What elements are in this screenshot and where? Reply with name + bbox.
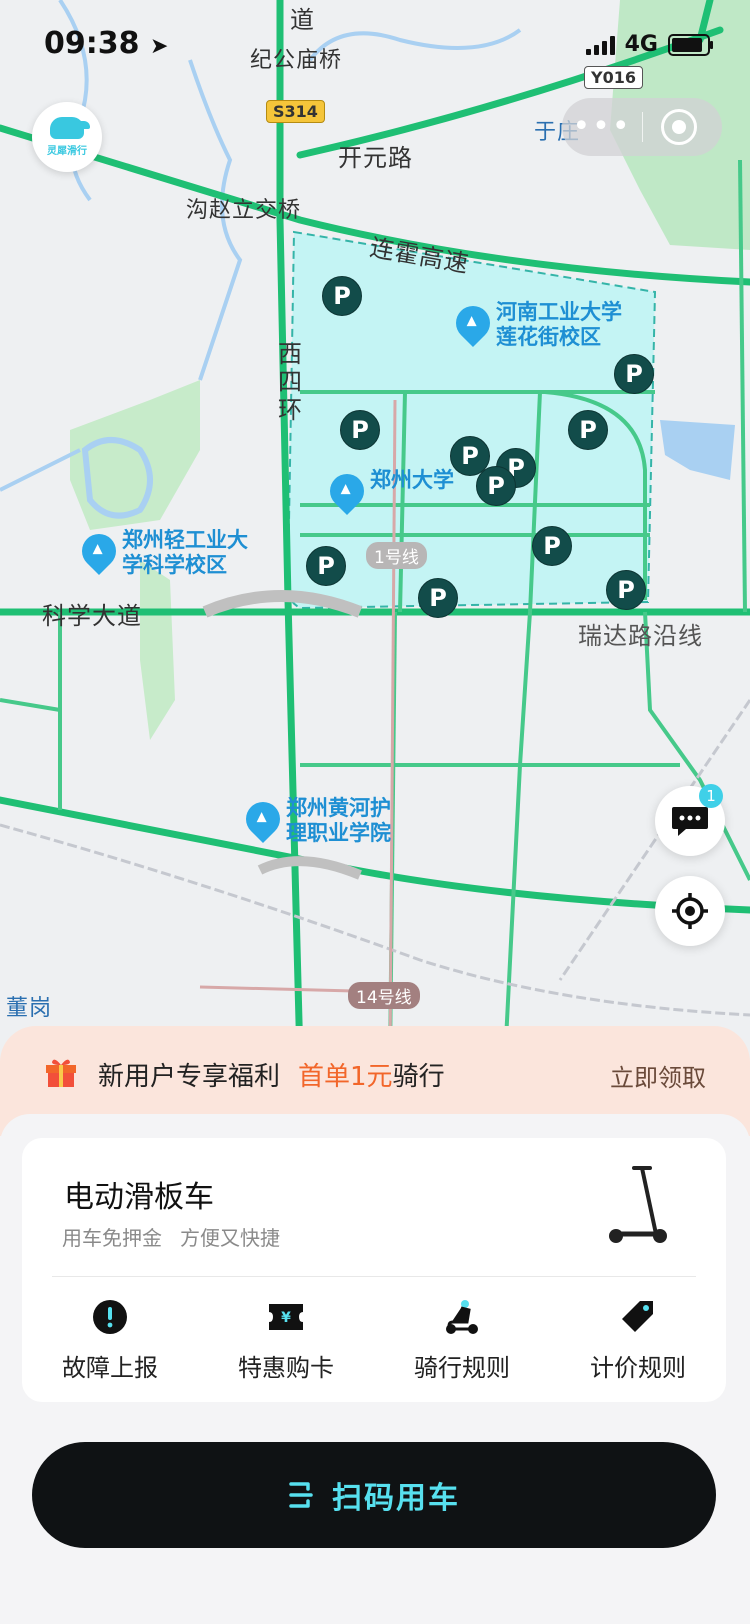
map-label-ruida: 瑞达路沿线 [578,622,703,650]
parking-marker[interactable]: P [532,526,572,566]
locate-crosshair-icon [672,893,708,929]
parking-marker[interactable]: P [322,276,362,316]
signal-icon [585,35,615,55]
claim-link[interactable]: 立即领取 [610,1058,706,1093]
poi-zhengzhou-huanghe-nursing[interactable]: ▲ 郑州黄河护 理职业学院 [238,794,391,846]
gift-icon [46,1059,76,1087]
action-fault-report[interactable]: 故障上报 [22,1298,198,1383]
locate-button[interactable] [655,876,725,946]
status-bar: 09:38 ➤ 4G [0,0,750,90]
battery-icon [668,33,713,56]
map-label-gouzhao: 沟赵立交桥 [186,198,302,223]
promo-text: 新用户专享福利 首单1元骑行 [98,1062,445,1092]
scooter-icon [446,1300,478,1334]
close-circle-icon[interactable] [661,109,697,145]
logo-text: 灵犀滑行 [47,146,87,157]
metro-badge-line14: 14号线 [348,982,420,1009]
action-row: 故障上报 ¥ 特惠购卡 骑行规则 计价规则 [22,1298,726,1383]
vehicle-subtitle: 用车免押金 方便又快捷 [62,1226,280,1250]
map[interactable]: 道 纪公庙桥 S314 Y016 开元路 于庄 沟赵立交桥 连霍高速 西四环 科… [0,0,750,1060]
university-pin-icon: ▲ [448,298,498,348]
poi-henan-university-of-technology[interactable]: ▲ 河南工业大学 莲花街校区 [448,298,622,350]
map-label-donggang: 董岗 [6,996,53,1021]
parking-marker[interactable]: P [606,570,646,610]
scan-icon [289,1482,313,1508]
rhino-logo-icon [50,117,90,139]
parking-marker[interactable]: P [568,410,608,450]
scan-to-ride-button[interactable]: 扫码用车 [32,1442,716,1548]
scan-button-label: 扫码用车 [332,1481,460,1516]
parking-marker[interactable]: P [476,466,516,506]
chat-bubble-icon [672,807,708,836]
map-label-kexue: 科学大道 [42,602,142,630]
app-logo[interactable]: 灵犀滑行 [32,102,102,172]
message-button[interactable]: 1 [655,784,725,856]
map-label-xisi: 西四环 [278,340,303,424]
parking-marker[interactable]: P [418,578,458,618]
metro-badge-line1: 1号线 [366,542,427,569]
road-badge-s314: S314 [266,100,325,123]
ticket-icon: ¥ [269,1304,303,1330]
alert-icon [93,1300,127,1334]
svg-text:¥: ¥ [281,1310,291,1326]
parking-marker[interactable]: P [306,546,346,586]
price-tag-icon [622,1301,653,1332]
poi-zhengzhou-university[interactable]: ▲ 郑州大学 [322,466,454,516]
university-pin-icon: ▲ [238,794,288,844]
status-time: 09:38 ➤ [44,26,169,61]
mini-program-capsule[interactable]: ••• [562,98,722,156]
vehicle-card: 电动滑板车 用车免押金 方便又快捷 故障上报 ¥ 特惠购卡 骑行规则 计价规则 [22,1138,726,1402]
more-dots-icon[interactable]: ••• [562,98,642,156]
poi-zhengzhou-light-industry[interactable]: ▲ 郑州轻工业大 学科学校区 [74,526,248,578]
parking-marker[interactable]: P [614,354,654,394]
action-buy-card[interactable]: ¥ 特惠购卡 [198,1298,374,1383]
parking-marker[interactable]: P [340,410,380,450]
university-pin-icon: ▲ [322,466,372,516]
map-label-kaiyuan: 开元路 [338,144,413,172]
network-type: 4G [624,32,658,57]
vehicle-title: 电动滑板车 [64,1180,214,1215]
location-arrow-icon: ➤ [149,34,169,59]
scooter-image [609,1166,667,1243]
message-count-badge: 1 [699,784,723,808]
action-pricing-rules[interactable]: 计价规则 [550,1298,726,1383]
action-riding-rules[interactable]: 骑行规则 [374,1298,550,1383]
university-pin-icon: ▲ [74,526,124,576]
